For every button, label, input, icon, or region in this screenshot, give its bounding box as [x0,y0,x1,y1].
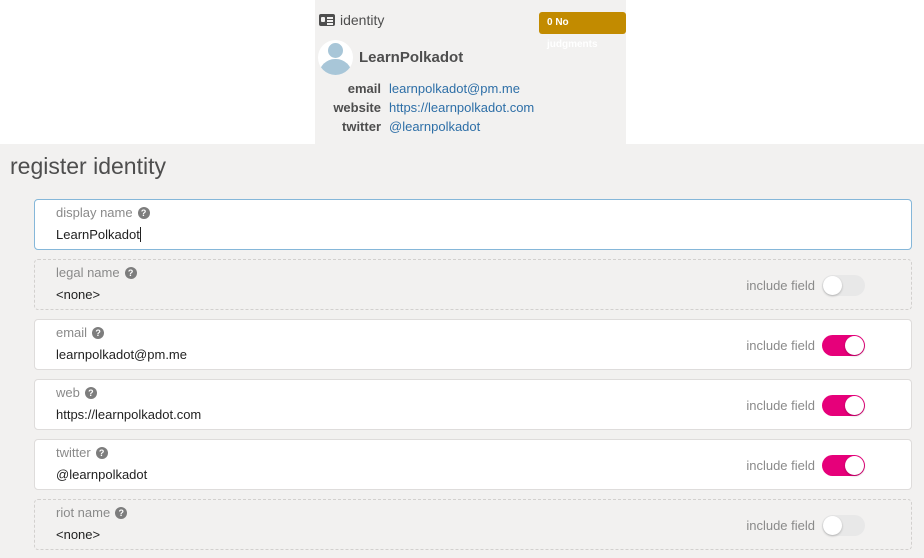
identity-row-label: website [333,100,381,115]
help-icon[interactable]: ? [84,386,97,399]
field-label-text: web [56,385,80,400]
web-input[interactable]: https://learnpolkadot.com [56,407,201,422]
legal-name-label: legal name ? [56,265,137,280]
judgment-badge: 0 No judgments [539,12,626,50]
legal-name-include-toggle[interactable] [822,275,865,296]
id-card-icon [319,14,335,26]
field-label-text: display name [56,205,133,220]
email-label: email ? [56,325,105,340]
field-label-text: twitter [56,445,91,460]
riot-name-include-toggle[interactable] [822,515,865,536]
text-caret [139,227,141,242]
include-field-label: include field [746,278,815,293]
avatar-head-shape [328,43,343,58]
toggle-knob [845,336,864,355]
riot-name-input[interactable]: <none> [56,527,100,542]
legal-name-input[interactable]: <none> [56,287,100,302]
web-include-toggle[interactable] [822,395,865,416]
web-field[interactable]: web ? https://learnpolkadot.com include … [34,379,912,430]
help-icon[interactable]: ? [92,326,105,339]
help-icon[interactable]: ? [124,266,137,279]
toggle-knob [823,516,842,535]
include-field-label: include field [746,338,815,353]
avatar-body-shape [319,59,352,75]
field-label-text: email [56,325,88,340]
toggle-knob [823,276,842,295]
field-label-text: riot name [56,505,111,520]
toggle-knob [845,396,864,415]
identity-row-label: email [347,81,381,96]
identity-header: identity [319,12,384,28]
help-icon[interactable]: ? [115,506,128,519]
web-label: web ? [56,385,97,400]
identity-email-link[interactable]: learnpolkadot@pm.me [389,81,520,96]
email-input[interactable]: learnpolkadot@pm.me [56,347,187,362]
display-name-field[interactable]: display name ? LearnPolkadot [34,199,912,250]
identity-header-label: identity [340,12,385,28]
field-label-text: legal name [56,265,120,280]
email-field[interactable]: email ? learnpolkadot@pm.me include fiel… [34,319,912,370]
include-field-label: include field [746,398,815,413]
toggle-knob [845,456,864,475]
help-icon[interactable]: ? [137,206,150,219]
email-include-toggle[interactable] [822,335,865,356]
register-identity-form: register identity display name ? LearnPo… [0,144,924,558]
identity-website-link[interactable]: https://learnpolkadot.com [389,100,534,115]
twitter-label: twitter ? [56,445,108,460]
page-title: register identity [10,153,166,179]
display-name-label: display name ? [56,205,150,220]
twitter-field[interactable]: twitter ? @learnpolkadot include field [34,439,912,490]
identity-twitter-link[interactable]: @learnpolkadot [389,119,480,134]
display-name-value: LearnPolkadot [56,227,140,242]
identity-row-label: twitter [342,119,381,134]
riot-name-label: riot name ? [56,505,128,520]
account-name: LearnPolkadot [359,49,464,66]
display-name-input[interactable]: LearnPolkadot [56,227,141,242]
identity-card: identity 0 No judgments LearnPolkadot em… [315,0,626,144]
legal-name-field[interactable]: legal name ? <none> include field [34,259,912,310]
twitter-include-toggle[interactable] [822,455,865,476]
riot-name-field[interactable]: riot name ? <none> include field [34,499,912,550]
help-icon[interactable]: ? [95,446,108,459]
include-field-label: include field [746,458,815,473]
avatar [318,40,353,75]
twitter-input[interactable]: @learnpolkadot [56,467,147,482]
include-field-label: include field [746,518,815,533]
